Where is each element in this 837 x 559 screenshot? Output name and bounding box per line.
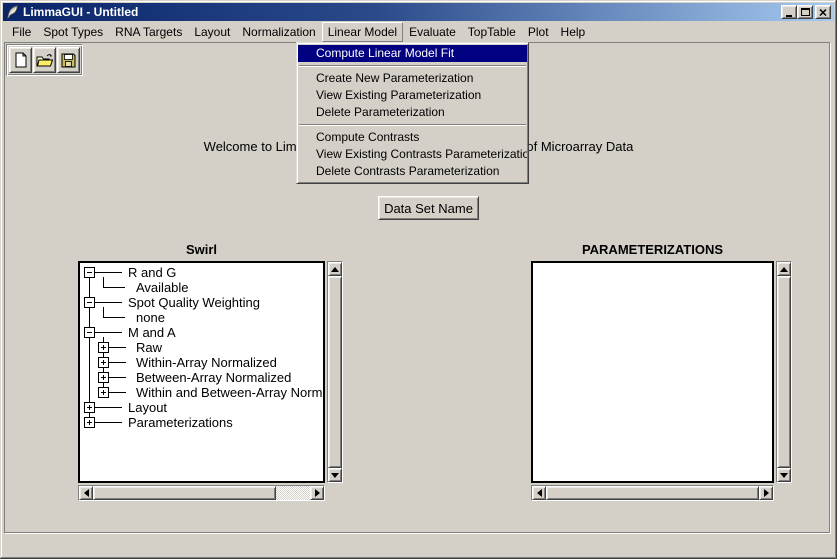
scroll-right-icon[interactable] <box>759 486 773 500</box>
tree-collapse-icon[interactable] <box>84 267 95 278</box>
menu-item-create-new-parameterization[interactable]: Create New Parameterization <box>298 70 527 87</box>
save-file-button[interactable] <box>57 47 80 73</box>
menu-item-view-existing-parameterization[interactable]: View Existing Parameterization <box>298 87 527 104</box>
close-button-icon[interactable] <box>815 5 831 19</box>
menubar-item-linear-model[interactable]: Linear Model <box>322 22 403 42</box>
swirl-tree-listbox[interactable]: R and GAvailableSpot Quality Weightingno… <box>78 261 325 483</box>
tree-connector-line <box>89 272 90 423</box>
tree-item-raw[interactable]: Raw <box>136 340 162 355</box>
left-panel-title: Swirl <box>78 242 325 257</box>
menubar-item-help[interactable]: Help <box>555 22 592 42</box>
blank-page-icon <box>14 52 28 68</box>
open-folder-icon <box>36 53 54 68</box>
scroll-right-icon[interactable] <box>310 486 324 500</box>
menubar-item-toptable[interactable]: TopTable <box>462 22 522 42</box>
toolbar <box>6 44 83 76</box>
limmagui-window: LimmaGUI - Untitled FileSpot TypesRNA Ta… <box>0 0 837 559</box>
tree-connector-line <box>108 347 126 348</box>
tree-connector-line <box>108 362 126 363</box>
menubar-item-rna-targets[interactable]: RNA Targets <box>109 22 188 42</box>
right-panel-title: PARAMETERIZATIONS <box>531 242 774 257</box>
tree-expand-icon[interactable] <box>98 342 109 353</box>
tree-connector-line <box>103 287 125 288</box>
window-controls <box>781 5 831 19</box>
scrollbar-thumb[interactable] <box>328 276 342 468</box>
menu-item-compute-linear-model-fit[interactable]: Compute Linear Model Fit <box>298 45 527 62</box>
tree-item-parameterizations[interactable]: Parameterizations <box>128 415 233 430</box>
menubar-item-layout[interactable]: Layout <box>188 22 236 42</box>
window-title: LimmaGUI - Untitled <box>23 5 781 19</box>
swirl-vertical-scrollbar[interactable] <box>327 261 343 483</box>
parameterizations-vertical-scrollbar[interactable] <box>776 261 792 483</box>
tree-item-layout[interactable]: Layout <box>128 400 167 415</box>
scrollbar-track[interactable] <box>276 486 310 500</box>
tree-item-within-and-between-array-norm[interactable]: Within and Between-Array Norm <box>136 385 322 400</box>
open-file-button[interactable] <box>33 47 56 73</box>
menu-item-delete-parameterization[interactable]: Delete Parameterization <box>298 104 527 121</box>
parameterizations-listbox[interactable] <box>531 261 774 483</box>
tree-expand-icon[interactable] <box>98 387 109 398</box>
minimize-button-icon[interactable] <box>781 5 797 19</box>
menubar-item-spot-types[interactable]: Spot Types <box>37 22 109 42</box>
menubar-item-plot[interactable]: Plot <box>522 22 555 42</box>
tree-expand-icon[interactable] <box>84 402 95 413</box>
swirl-tree: R and GAvailableSpot Quality Weightingno… <box>82 264 323 481</box>
scroll-down-icon[interactable] <box>777 468 791 482</box>
tree-collapse-icon[interactable] <box>84 297 95 308</box>
menu-separator <box>298 62 527 70</box>
floppy-disk-icon <box>61 53 76 68</box>
scroll-up-icon[interactable] <box>328 262 342 276</box>
tree-expand-icon[interactable] <box>98 357 109 368</box>
feather-icon[interactable] <box>6 5 19 19</box>
tree-connector-line <box>103 317 125 318</box>
scroll-down-icon[interactable] <box>328 468 342 482</box>
data-set-name-button[interactable]: Data Set Name <box>378 196 479 220</box>
tree-connector-line <box>108 392 126 393</box>
scrollbar-thumb[interactable] <box>93 486 276 500</box>
menu-item-compute-contrasts[interactable]: Compute Contrasts <box>298 129 527 146</box>
tree-item-available[interactable]: Available <box>136 280 189 295</box>
scroll-left-icon[interactable] <box>79 486 93 500</box>
tree-item-within-array-normalized[interactable]: Within-Array Normalized <box>136 355 277 370</box>
tree-item-between-array-normalized[interactable]: Between-Array Normalized <box>136 370 291 385</box>
tree-expand-icon[interactable] <box>98 372 109 383</box>
scroll-up-icon[interactable] <box>777 262 791 276</box>
parameterizations-horizontal-scrollbar[interactable] <box>531 485 774 501</box>
scroll-left-icon[interactable] <box>532 486 546 500</box>
tree-expand-icon[interactable] <box>84 417 95 428</box>
swirl-horizontal-scrollbar[interactable] <box>78 485 325 501</box>
menubar-item-normalization[interactable]: Normalization <box>236 22 321 42</box>
new-file-button[interactable] <box>9 47 32 73</box>
tree-connector-line <box>108 377 126 378</box>
scrollbar-thumb[interactable] <box>546 486 759 500</box>
menubar-item-evaluate[interactable]: Evaluate <box>403 22 462 42</box>
linear-model-menu: Compute Linear Model Fit Create New Param… <box>296 42 529 184</box>
tree-item-spot-quality-weighting[interactable]: Spot Quality Weighting <box>128 295 260 310</box>
menubar: FileSpot TypesRNA TargetsLayoutNormaliza… <box>3 21 834 42</box>
menu-item-view-existing-contrasts-parameterization[interactable]: View Existing Contrasts Parameterization <box>298 146 527 163</box>
menu-separator <box>298 121 527 129</box>
menubar-item-file[interactable]: File <box>6 22 37 42</box>
tree-item-r-and-g[interactable]: R and G <box>128 265 176 280</box>
tree-item-none[interactable]: none <box>136 310 165 325</box>
scrollbar-thumb[interactable] <box>777 276 791 468</box>
titlebar[interactable]: LimmaGUI - Untitled <box>3 3 834 21</box>
tree-item-m-and-a[interactable]: M and A <box>128 325 176 340</box>
maximize-button-icon[interactable] <box>797 5 813 19</box>
menu-item-delete-contrasts-parameterization[interactable]: Delete Contrasts Parameterization <box>298 163 527 180</box>
tree-collapse-icon[interactable] <box>84 327 95 338</box>
